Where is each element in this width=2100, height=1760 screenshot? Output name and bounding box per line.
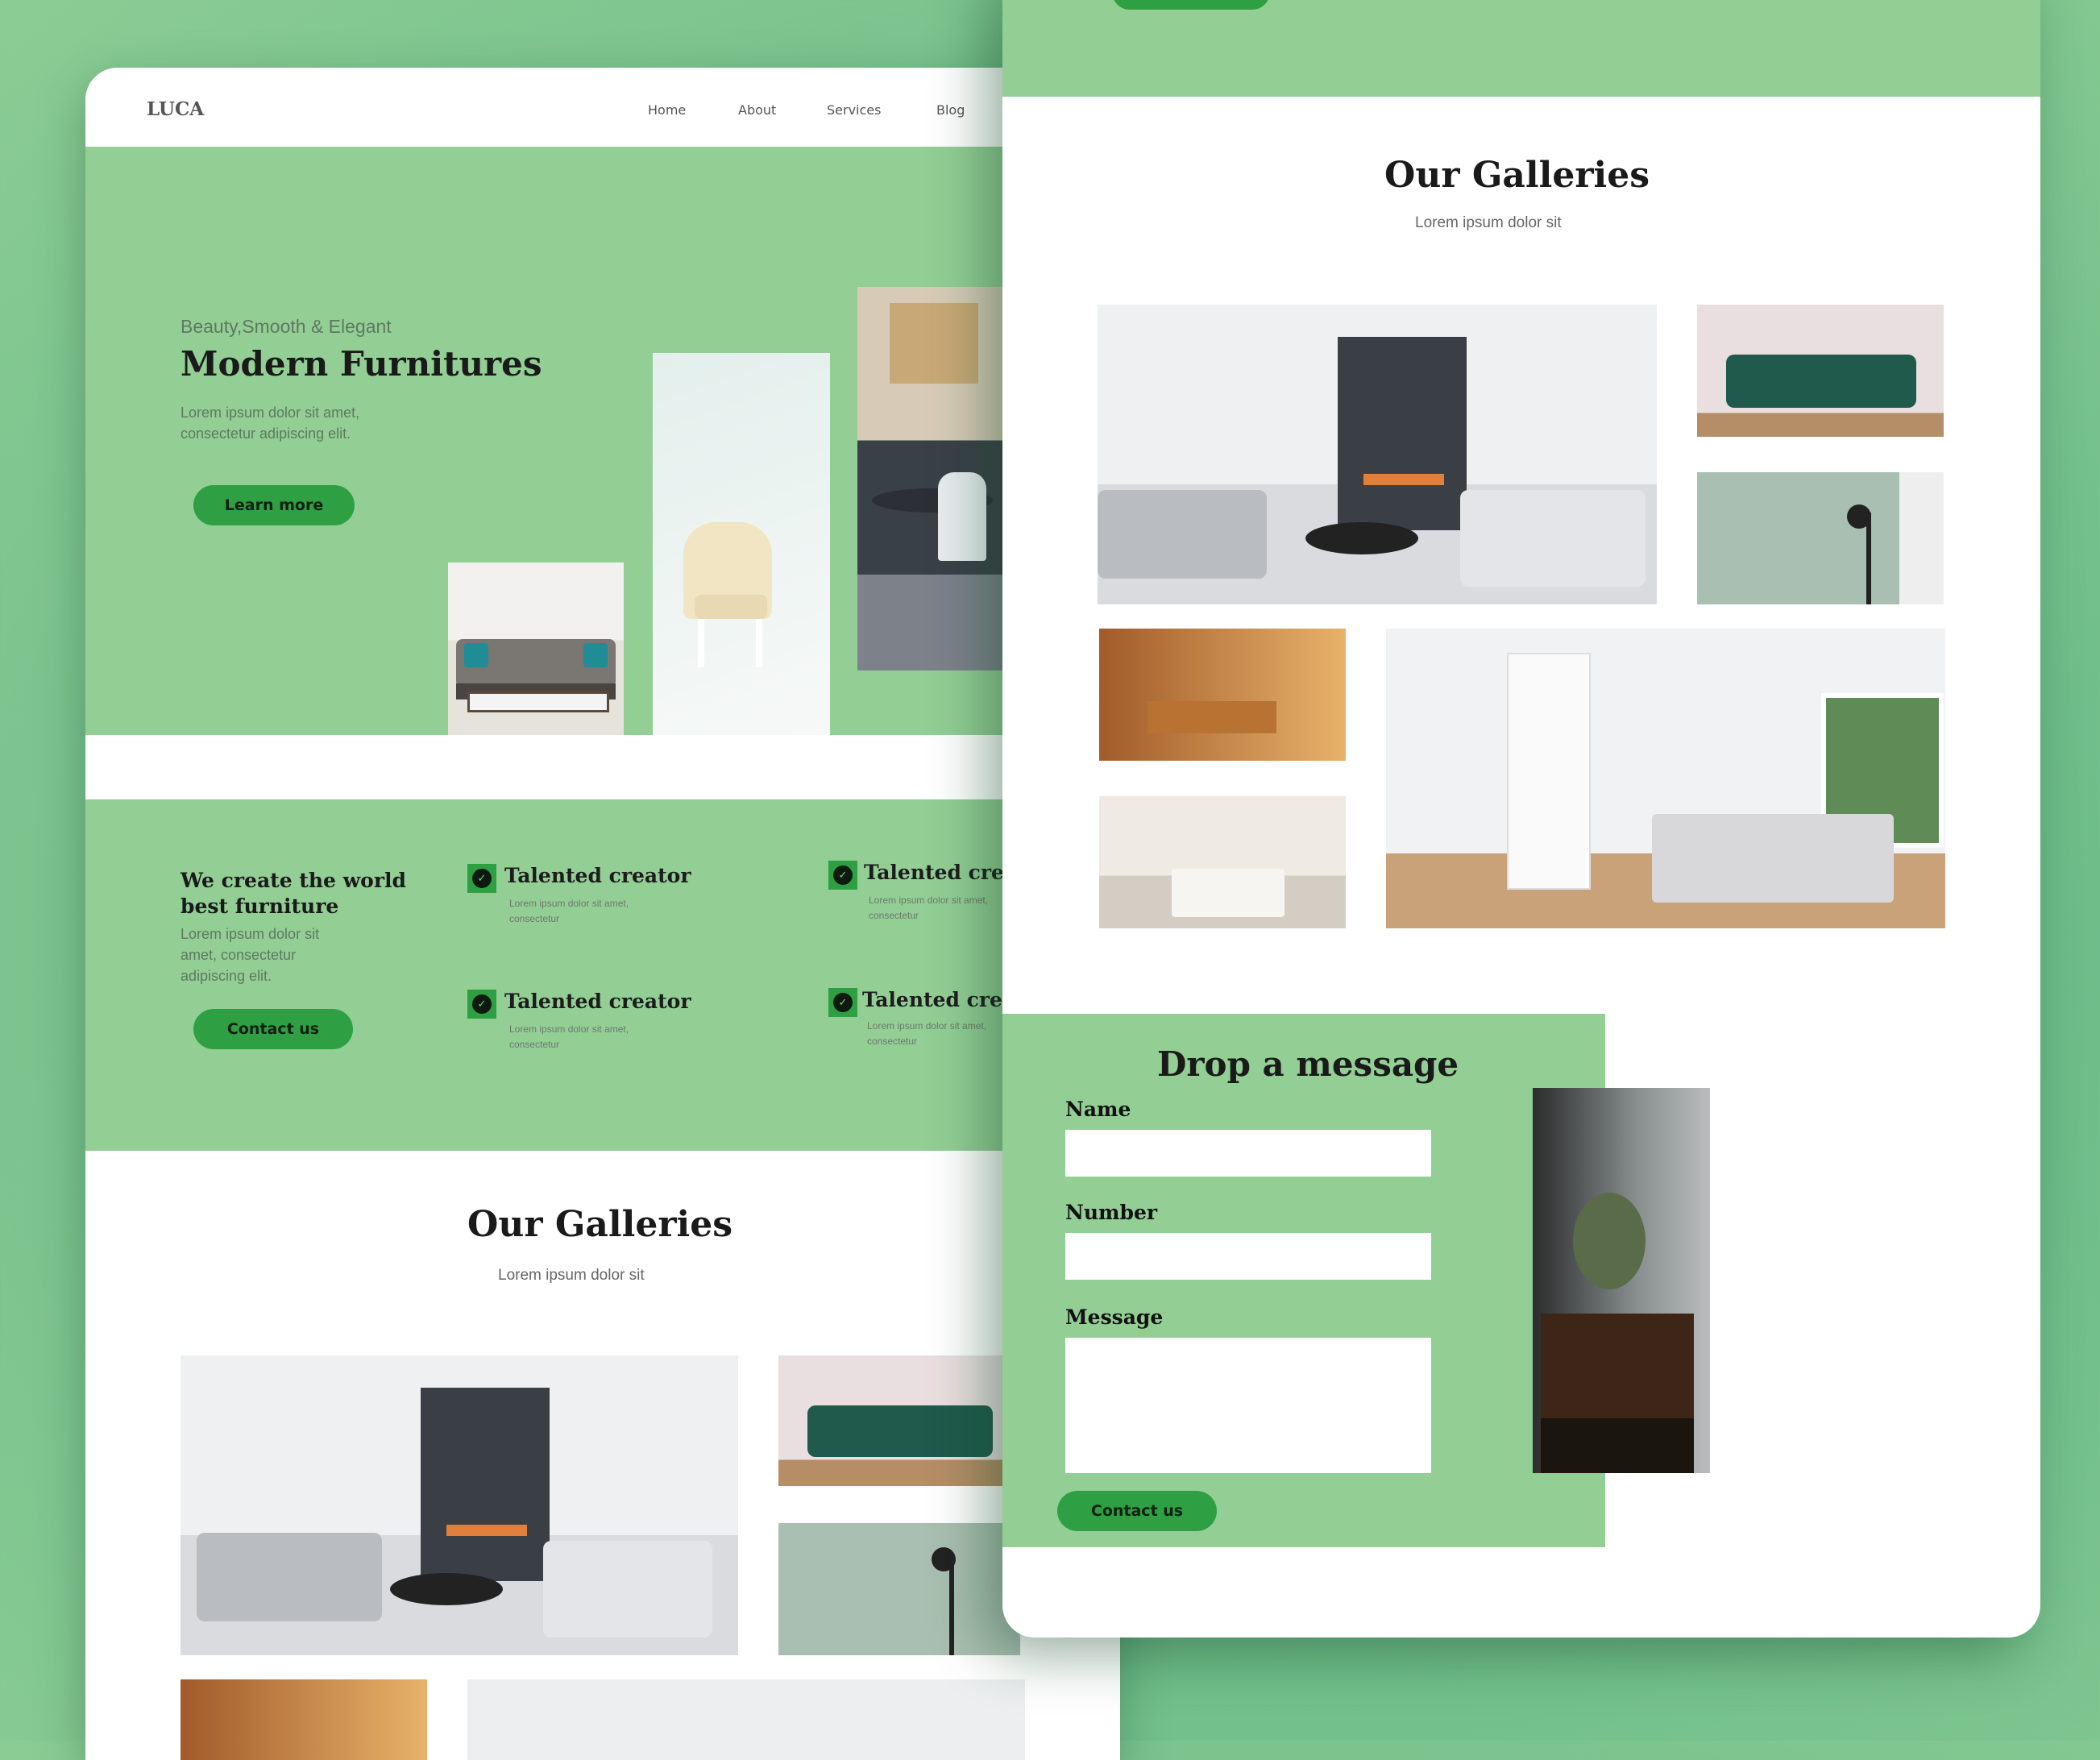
landing-page-right: Our Galleries Lorem ipsum dolor sit Drop… [1002,0,2040,1638]
nav-about[interactable]: About [738,102,776,118]
contact-side-image [1533,1088,1710,1473]
feature-title-3: Talented creator [504,990,691,1013]
features-heading-line2: best furniture [181,895,339,918]
gallery-title-left: Our Galleries [467,1204,733,1245]
hero-title: Modern Furnitures [181,344,542,384]
hero-sofa-image [448,562,624,735]
learn-more-button[interactable]: Learn more [193,485,355,525]
gallery-green-sofa-image-right [1697,305,1944,437]
gallery-dining-image-right [1099,629,1346,761]
feature-check-icon-3: ✓ [467,990,496,1019]
feature-title-4: Talented creat [862,988,1025,1011]
gallery-green-sofa-image-left [778,1355,1020,1486]
gallery-subtitle-right: Lorem ipsum dolor sit [1415,214,1562,231]
number-input[interactable] [1065,1233,1431,1280]
feature-desc-3: Lorem ipsum dolor sit amet, consectetur [509,1023,629,1050]
gallery-lamp-image-right [1697,472,1944,604]
gallery-subtitle-left: Lorem ipsum dolor sit [498,1267,645,1284]
landing-page-left: LUCA Home About Services Blog Beauty,Smo… [85,68,1120,1760]
name-label: Name [1065,1098,1131,1121]
feature-desc-1: Lorem ipsum dolor sit amet, consectetur [509,898,629,924]
features-heading-line1: We create the world [181,869,406,892]
gallery-dining-image-left [181,1679,427,1760]
gallery-bedroom-image-left [467,1679,1025,1760]
message-textarea[interactable] [1065,1338,1431,1473]
contact-section: Drop a message Name Number Message Conta… [1002,1014,1605,1547]
nav-home[interactable]: Home [648,102,686,118]
name-input[interactable] [1065,1130,1431,1177]
top-green-band [1002,0,2040,97]
gallery-living-room-image-left [181,1355,738,1655]
feature-check-icon-4: ✓ [828,988,857,1017]
top-navbar: LUCA Home About Services Blog [85,68,1120,147]
gallery-bedroom-image-right [1386,629,1945,928]
feature-title-1: Talented creator [504,864,691,887]
gallery-title-right: Our Galleries [1384,155,1650,196]
gallery-living-room-image-right [1098,305,1657,604]
hero-desc-line1: Lorem ipsum dolor sit amet, [181,405,360,421]
contact-us-button-form[interactable]: Contact us [1057,1491,1217,1531]
hero-section: Beauty,Smooth & Elegant Modern Furniture… [85,147,1120,735]
feature-check-icon-1: ✓ [467,864,496,893]
feature-desc-2: Lorem ipsum dolor sit amet, consectetur [869,895,989,921]
nav-blog[interactable]: Blog [936,102,965,118]
hero-dining-image [857,287,1002,670]
brand-logo[interactable]: LUCA [147,98,204,120]
hero-desc-line2: consectetur adipiscing elit. [181,425,351,442]
feature-check-icon-2: ✓ [828,861,857,890]
hero-chair-image [653,353,830,735]
gallery-bedroom-small-image-right [1099,796,1346,928]
number-label: Number [1065,1201,1158,1224]
message-label: Message [1065,1305,1164,1329]
contact-us-button-features[interactable]: Contact us [193,1009,353,1049]
features-section: We create the world best furniture Lorem… [85,799,1120,1151]
gallery-lamp-image-left [778,1523,1020,1655]
partial-button[interactable] [1112,0,1270,10]
feature-desc-4: Lorem ipsum dolor sit amet, consectetur [867,1020,987,1047]
hero-eyebrow: Beauty,Smooth & Elegant [181,316,392,337]
nav-services[interactable]: Services [827,102,881,118]
contact-title: Drop a message [1157,1044,1459,1084]
features-desc: Lorem ipsum dolor sit amet, consectetur … [181,926,320,984]
